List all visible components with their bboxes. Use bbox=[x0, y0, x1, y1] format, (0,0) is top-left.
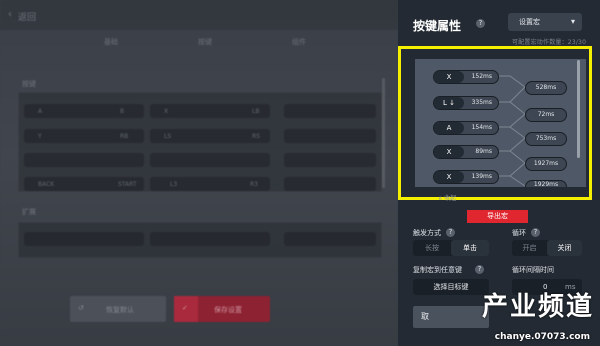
watermark-logo-text: 产业频道 bbox=[481, 292, 594, 322]
back-label[interactable]: 返回 bbox=[18, 10, 36, 23]
macro-row[interactable]: X 89ms bbox=[433, 145, 499, 159]
extended-cell[interactable] bbox=[150, 232, 270, 246]
key-cell-label: L3 bbox=[170, 181, 178, 188]
key-cell[interactable] bbox=[284, 153, 376, 167]
key-cell-label: Y bbox=[38, 133, 42, 140]
check-icon: ✓ bbox=[182, 304, 188, 312]
key-cell-label: START bbox=[118, 181, 137, 188]
background-tabs: 基础 按键 组件 bbox=[0, 37, 398, 51]
save-settings-button[interactable]: ✓ 保存设置 bbox=[174, 296, 270, 322]
delay-pill[interactable]: 753ms bbox=[525, 132, 567, 146]
macro-key: X bbox=[434, 71, 464, 83]
macro-mode-value: 设置宏 bbox=[519, 18, 540, 26]
extended-cell[interactable] bbox=[284, 232, 376, 246]
loop-label: 循环 bbox=[512, 229, 526, 237]
macro-duration: 154ms bbox=[471, 124, 492, 131]
watermark-url: chanye.07073.com bbox=[494, 332, 590, 342]
save-label: 保存设置 bbox=[214, 306, 242, 314]
macro-key: X bbox=[434, 146, 464, 158]
macro-row[interactable]: X 139ms bbox=[433, 170, 499, 184]
macro-row[interactable]: X 152ms bbox=[433, 70, 499, 84]
help-icon[interactable]: ? bbox=[531, 228, 540, 237]
reset-icon: ↺ bbox=[78, 304, 84, 312]
key-cell-label: RS bbox=[252, 133, 260, 140]
trigger-mode-label: 触发方式 bbox=[413, 229, 441, 237]
key-cell-label: LB bbox=[252, 108, 260, 115]
export-macro-button[interactable]: 导出宏 bbox=[467, 210, 528, 223]
trigger-mode-segmented: 长按 单击 bbox=[413, 240, 489, 256]
key-cell-label: R3 bbox=[250, 181, 258, 188]
top-bar bbox=[0, 0, 398, 30]
panel-title: 按键属性 bbox=[413, 19, 462, 33]
macro-duration: 89ms bbox=[475, 148, 492, 155]
loop-interval-label: 循环间隔时间 bbox=[512, 266, 554, 274]
key-cell-label: LS bbox=[164, 133, 172, 140]
tab-components[interactable]: 组件 bbox=[292, 37, 306, 47]
help-icon[interactable]: ? bbox=[475, 265, 484, 274]
macro-mode-dropdown[interactable]: 设置宏 ▾ bbox=[508, 13, 582, 31]
macro-row[interactable]: L ↓ 335ms bbox=[433, 96, 499, 110]
watermark: 产业频道 chanye.07073.com bbox=[446, 284, 594, 342]
key-cell-label: BACK bbox=[38, 181, 55, 188]
key-cell-label: RB bbox=[120, 133, 129, 140]
background-scrollbar[interactable] bbox=[382, 78, 385, 188]
key-cell[interactable] bbox=[284, 129, 376, 143]
tab-basic[interactable]: 基础 bbox=[104, 37, 118, 47]
key-cell-label: A bbox=[38, 108, 43, 115]
extended-cell[interactable] bbox=[24, 232, 144, 246]
macro-key: A bbox=[434, 122, 464, 134]
key-cell-label: B bbox=[120, 108, 125, 115]
loop-segmented: 开启 关闭 bbox=[512, 240, 582, 256]
macro-editor[interactable]: X 152ms L ↓ 335ms A 154ms X 89ms X 139ms… bbox=[415, 59, 586, 187]
reset-default-button[interactable]: ↺ 恢复默认 bbox=[70, 296, 166, 322]
loop-option-off[interactable]: 关闭 bbox=[547, 240, 582, 256]
delay-pill[interactable]: 1927ms bbox=[525, 157, 567, 171]
section-extended: 扩展 bbox=[22, 208, 36, 216]
macro-duration: 139ms bbox=[471, 173, 492, 180]
macro-duration: 335ms bbox=[471, 99, 492, 106]
loop-option-on[interactable]: 开启 bbox=[512, 240, 547, 256]
macro-key: L ↓ bbox=[434, 97, 464, 109]
key-cell[interactable] bbox=[150, 153, 270, 167]
trigger-option-click[interactable]: 单击 bbox=[451, 240, 489, 256]
macro-duration: 152ms bbox=[471, 73, 492, 80]
background-settings-page: ‹ 返回 基础 按键 组件 按键 A B X LB Y RB LS RS BAC… bbox=[0, 0, 398, 346]
delay-pill[interactable]: 1929ms bbox=[525, 180, 567, 187]
key-cell-label: X bbox=[164, 108, 169, 115]
help-icon[interactable]: ? bbox=[446, 228, 455, 237]
chevron-down-icon: ▾ bbox=[570, 17, 575, 26]
confirm-label: 取 bbox=[421, 312, 429, 321]
macro-editor-scrollbar[interactable] bbox=[577, 60, 580, 158]
delay-pill[interactable]: 72ms bbox=[525, 108, 567, 122]
collapse-toggle[interactable]: ∧ 收起 bbox=[438, 193, 456, 202]
key-cell[interactable] bbox=[24, 153, 144, 167]
key-cell[interactable] bbox=[284, 177, 376, 191]
reset-label: 恢复默认 bbox=[106, 306, 134, 314]
back-arrow-icon[interactable]: ‹ bbox=[8, 9, 12, 20]
delay-pill[interactable]: 528ms bbox=[525, 81, 567, 95]
copy-macro-label: 复制宏到任意键 bbox=[413, 266, 462, 274]
section-keys: 按键 bbox=[22, 80, 36, 88]
key-cell[interactable] bbox=[284, 104, 376, 118]
tab-keys[interactable]: 按键 bbox=[198, 37, 212, 47]
macro-row[interactable]: A 154ms bbox=[433, 121, 499, 135]
macro-key: X bbox=[434, 171, 464, 183]
trigger-option-hold[interactable]: 长按 bbox=[413, 240, 451, 256]
help-icon[interactable]: ? bbox=[476, 19, 485, 28]
macro-quota-text: 可配置宏动作数量：23/30 bbox=[512, 39, 587, 46]
